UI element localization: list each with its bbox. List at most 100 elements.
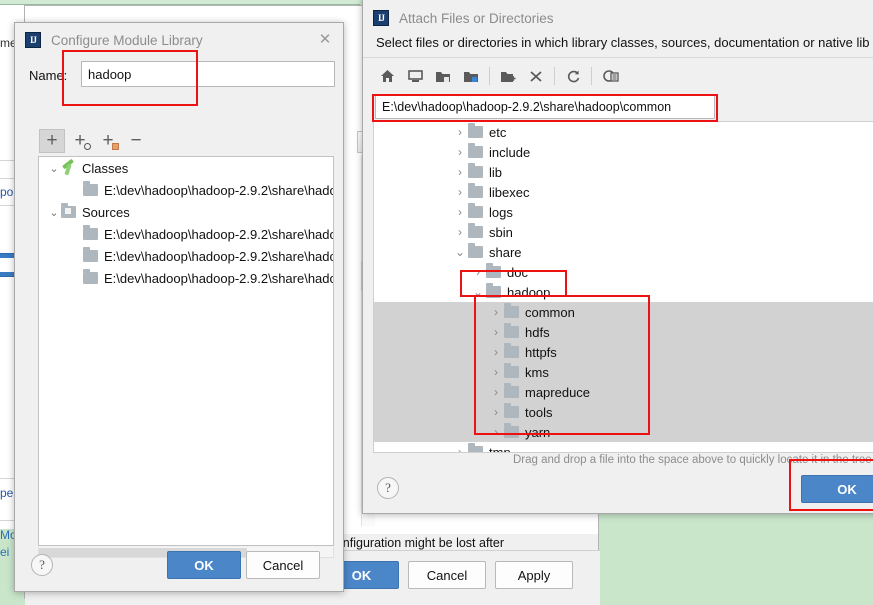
- attach-files-dialog: IJ Attach Files or Directories Select fi…: [362, 0, 873, 514]
- project-folder-icon[interactable]: [429, 63, 457, 89]
- chevron-right-icon[interactable]: ›: [452, 145, 468, 159]
- chevron-right-icon[interactable]: ›: [488, 325, 504, 339]
- ok-button[interactable]: OK: [801, 475, 873, 503]
- chevron-right-icon[interactable]: ›: [452, 445, 468, 452]
- chevron-right-icon[interactable]: ›: [452, 185, 468, 199]
- chevron-right-icon[interactable]: ›: [452, 125, 468, 139]
- home-icon[interactable]: [373, 63, 401, 89]
- tree-row-label: Classes: [82, 160, 129, 176]
- dialog-title-bar: IJ Attach Files or Directories: [363, 0, 873, 33]
- show-hidden-files-icon[interactable]: [596, 63, 624, 89]
- folder-icon: [468, 443, 483, 452]
- module-folder-icon[interactable]: [457, 63, 485, 89]
- tree-row-label: doc: [507, 264, 528, 280]
- refresh-icon[interactable]: [559, 63, 587, 89]
- tree-row[interactable]: › kms: [374, 362, 873, 382]
- chevron-right-icon[interactable]: ›: [488, 345, 504, 359]
- tree-row-label: libexec: [489, 184, 530, 200]
- tree-row[interactable]: › libexec: [374, 182, 873, 202]
- tree-row[interactable]: ⌄ share: [374, 242, 873, 262]
- chevron-down-icon[interactable]: ⌄: [452, 245, 468, 259]
- toolbar-divider: [554, 67, 555, 85]
- tree-row[interactable]: › common: [374, 302, 873, 322]
- folder-icon: [504, 343, 519, 358]
- folder-icon: [504, 303, 519, 318]
- add-button[interactable]: +: [39, 129, 65, 153]
- tree-row-label: kms: [525, 364, 549, 380]
- minus-icon: −: [130, 130, 142, 151]
- classes-badge-icon: [84, 143, 91, 150]
- path-input[interactable]: E:\dev\hadoop\hadoop-2.9.2\share\hadoop\…: [375, 95, 715, 119]
- tree-row[interactable]: › tools: [374, 402, 873, 422]
- tree-row-label: E:\dev\hadoop\hadoop-2.9.2\share\hado: [104, 248, 334, 264]
- tree-row-label: include: [489, 144, 531, 160]
- tree-row[interactable]: › logs: [374, 202, 873, 222]
- tree-row[interactable]: › hdfs: [374, 322, 873, 342]
- sources-badge-icon: [112, 143, 119, 150]
- close-icon[interactable]: ✕: [317, 32, 333, 48]
- tree-row[interactable]: ⌄ Classes: [39, 157, 333, 179]
- chevron-right-icon[interactable]: ›: [470, 265, 486, 279]
- folder-icon: [468, 143, 483, 158]
- ok-button[interactable]: OK: [167, 551, 241, 579]
- delete-icon[interactable]: [522, 63, 550, 89]
- toolbar-divider: [489, 67, 490, 85]
- tree-row[interactable]: ⌄ Sources: [39, 201, 333, 223]
- add-classes-button[interactable]: +: [67, 129, 93, 153]
- tree-row-label: tools: [525, 404, 553, 420]
- folder-icon: [83, 181, 98, 196]
- dialog-footer: ? OK: [363, 463, 873, 513]
- tree-row-label: Sources: [82, 204, 130, 220]
- tree-row-label: E:\dev\hadoop\hadoop-2.9.2\share\hado: [104, 182, 334, 198]
- project-structure-apply-button[interactable]: Apply: [495, 561, 573, 589]
- tree-row[interactable]: › yarn: [374, 422, 873, 442]
- folder-icon: [504, 383, 519, 398]
- library-name-input[interactable]: [81, 61, 335, 87]
- chevron-right-icon[interactable]: ›: [452, 205, 468, 219]
- add-sources-button[interactable]: +: [95, 129, 121, 153]
- tree-row[interactable]: › httpfs: [374, 342, 873, 362]
- project-structure-cancel-button[interactable]: Cancel: [408, 561, 486, 589]
- desktop-icon[interactable]: [401, 63, 429, 89]
- toolbar-divider: [591, 67, 592, 85]
- dialog-title: Configure Module Library: [51, 32, 203, 48]
- file-tree[interactable]: › etc › include › lib › libexec › logs ›…: [373, 121, 873, 453]
- tree-row[interactable]: › mapreduce: [374, 382, 873, 402]
- folder-icon: [468, 123, 483, 138]
- tree-row[interactable]: › sbin: [374, 222, 873, 242]
- new-folder-icon[interactable]: [494, 63, 522, 89]
- tree-row[interactable]: E:\dev\hadoop\hadoop-2.9.2\share\hado: [39, 223, 333, 245]
- tree-row[interactable]: › lib: [374, 162, 873, 182]
- chevron-down-icon[interactable]: ⌄: [47, 206, 61, 219]
- chevron-down-icon[interactable]: ⌄: [470, 285, 486, 299]
- screenshot-root: po pe Mo ei me e in its configuration mi…: [0, 0, 873, 605]
- help-button[interactable]: ?: [31, 554, 53, 576]
- tree-row[interactable]: › etc: [374, 122, 873, 142]
- plus-icon: +: [46, 130, 58, 151]
- tree-row-label: logs: [489, 204, 513, 220]
- chevron-right-icon[interactable]: ›: [488, 385, 504, 399]
- tree-row[interactable]: ⌄ hadoop: [374, 282, 873, 302]
- chevron-right-icon[interactable]: ›: [488, 305, 504, 319]
- chevron-right-icon[interactable]: ›: [452, 165, 468, 179]
- tree-row[interactable]: E:\dev\hadoop\hadoop-2.9.2\share\hado: [39, 179, 333, 201]
- chevron-right-icon[interactable]: ›: [488, 405, 504, 419]
- cancel-button[interactable]: Cancel: [246, 551, 320, 579]
- tree-row[interactable]: › include: [374, 142, 873, 162]
- chevron-down-icon[interactable]: ⌄: [47, 162, 61, 175]
- tree-row-label: E:\dev\hadoop\hadoop-2.9.2\share\hado: [104, 270, 334, 286]
- chevron-right-icon[interactable]: ›: [452, 225, 468, 239]
- tree-row[interactable]: E:\dev\hadoop\hadoop-2.9.2\share\hado: [39, 245, 333, 267]
- chevron-right-icon[interactable]: ›: [488, 425, 504, 439]
- tree-row[interactable]: › tmp: [374, 442, 873, 452]
- library-roots-tree[interactable]: ⌄ Classes E:\dev\hadoop\hadoop-2.9.2\sha…: [38, 156, 334, 546]
- remove-button[interactable]: −: [123, 129, 149, 153]
- tree-row[interactable]: E:\dev\hadoop\hadoop-2.9.2\share\hado: [39, 267, 333, 289]
- tree-row[interactable]: › doc: [374, 262, 873, 282]
- folder-icon: [468, 183, 483, 198]
- chevron-right-icon[interactable]: ›: [488, 365, 504, 379]
- folder-icon: [83, 247, 98, 262]
- dialog-title: Attach Files or Directories: [399, 10, 554, 26]
- folder-icon: [504, 423, 519, 438]
- help-button[interactable]: ?: [377, 477, 399, 499]
